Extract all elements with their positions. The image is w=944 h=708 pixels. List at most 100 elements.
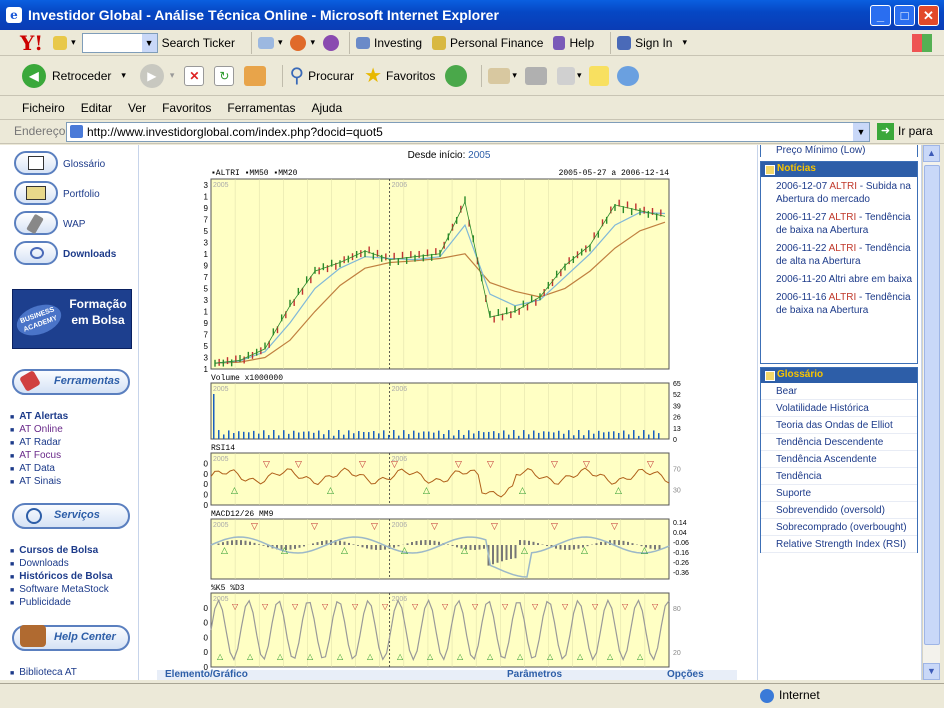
news-ticker-link[interactable]: ALTRI: [829, 243, 857, 254]
go-button[interactable]: Ir para: [898, 124, 933, 138]
forward-arrow-icon[interactable]: ▶: [139, 63, 164, 88]
close-button[interactable]: ✕: [918, 5, 939, 26]
messenger-people-icon[interactable]: [617, 65, 640, 86]
stoch-signal-marker: ▽: [262, 602, 269, 611]
go-arrow-icon[interactable]: ➜: [877, 123, 894, 140]
preco-minimo-link[interactable]: Preço Mínimo (Low): [760, 145, 918, 157]
glossary-link[interactable]: Tendência: [761, 468, 917, 485]
menu-ver[interactable]: Ver: [128, 101, 146, 115]
news-item[interactable]: 2006-11-16 ALTRI - Tendência de baixa na…: [761, 288, 917, 319]
macd-histogram-bar: [577, 545, 580, 549]
search-icon[interactable]: ⚲: [289, 63, 304, 88]
yahoo-logo[interactable]: Y!: [20, 31, 43, 55]
scroll-thumb[interactable]: [924, 165, 940, 645]
servicos-header[interactable]: Serviços: [12, 503, 130, 529]
business-academy-banner[interactable]: BUSINESS ACADEMY Formação em Bolsa: [12, 289, 132, 349]
personal-finance-menu[interactable]: Personal Finance: [450, 36, 543, 50]
help-menu[interactable]: Help: [569, 36, 594, 50]
downloads-icon[interactable]: [14, 241, 58, 265]
menu-editar[interactable]: Editar: [81, 101, 112, 115]
since-year-link[interactable]: 2005: [468, 150, 490, 161]
favorites-button[interactable]: Favoritos: [386, 69, 435, 83]
tool-at-data[interactable]: AT Data: [10, 463, 55, 474]
investing-menu[interactable]: Investing: [374, 36, 422, 50]
sign-in-button[interactable]: Sign In: [635, 36, 672, 50]
service-cursos[interactable]: Cursos de Bolsa: [10, 545, 98, 556]
tool-at-sinais[interactable]: AT Sinais: [10, 476, 61, 487]
address-dropdown[interactable]: ▼: [853, 123, 869, 141]
home-icon[interactable]: [244, 65, 267, 86]
portfolio-icon[interactable]: [14, 181, 58, 205]
history-icon[interactable]: [445, 64, 468, 87]
help-center-header[interactable]: Help Center: [12, 625, 130, 651]
ticker-input[interactable]: ▼: [81, 32, 158, 53]
stop-icon[interactable]: ✕: [184, 65, 205, 86]
macd-histogram-bar: [253, 542, 256, 545]
refresh-icon[interactable]: ↻: [214, 65, 235, 86]
rsi-right-tick: 30: [673, 487, 681, 494]
ferramentas-header[interactable]: Ferramentas: [12, 369, 130, 395]
scroll-up-button[interactable]: ▲: [923, 145, 940, 162]
glossary-link[interactable]: Volatilidade Histórica: [761, 400, 917, 417]
volume-bar: [408, 434, 410, 439]
volume-bar: [343, 434, 345, 439]
back-arrow-icon[interactable]: ◀: [22, 63, 46, 88]
glossary-link[interactable]: Teoria das Ondas de Elliot: [761, 417, 917, 434]
tool-at-focus[interactable]: AT Focus: [10, 450, 61, 461]
glossary-link[interactable]: Sobrecomprado (overbought): [761, 519, 917, 536]
tool-at-online[interactable]: AT Online: [10, 424, 63, 435]
tool-at-radar[interactable]: AT Radar: [10, 437, 61, 448]
volume-bar: [248, 432, 250, 439]
menu-ficheiro[interactable]: Ficheiro: [22, 101, 65, 115]
mail-icon[interactable]: [488, 67, 511, 84]
tool-at-alertas[interactable]: AT Alertas: [10, 411, 68, 422]
news-item[interactable]: 2006-11-22 ALTRI - Tendência de alta na …: [761, 239, 917, 270]
biblioteca-at[interactable]: Biblioteca AT: [10, 667, 77, 678]
wap-phone-icon[interactable]: [14, 211, 58, 235]
news-item[interactable]: 2006-12-07 ALTRI - Subida na Abertura do…: [761, 177, 917, 208]
service-downloads[interactable]: Downloads: [10, 558, 68, 569]
volume-bar: [633, 430, 635, 439]
glossary-link[interactable]: Tendência Ascendente: [761, 451, 917, 468]
menu-ajuda[interactable]: Ajuda: [311, 101, 342, 115]
edit-icon[interactable]: [556, 66, 575, 85]
scroll-down-button[interactable]: ▼: [923, 663, 940, 680]
service-historicos[interactable]: Históricos de Bolsa: [10, 571, 112, 582]
layout-icon[interactable]: [257, 36, 274, 49]
menu-ferramentas[interactable]: Ferramentas: [227, 101, 295, 115]
address-input[interactable]: http://www.investidorglobal.com/index.ph…: [66, 122, 870, 142]
news-item[interactable]: 2006-11-20 Altri abre em baixa: [761, 270, 917, 288]
glossary-book-icon[interactable]: [14, 151, 58, 175]
maximize-button[interactable]: □: [894, 5, 915, 26]
menu-favoritos[interactable]: Favoritos: [162, 101, 211, 115]
news-ticker-link[interactable]: ALTRI: [829, 292, 857, 303]
service-metastock[interactable]: Software MetaStock: [10, 584, 108, 595]
glossary-link[interactable]: Sobrevendido (oversold): [761, 502, 917, 519]
rsi-signal-marker: ▽: [359, 460, 366, 470]
target-icon[interactable]: [290, 34, 307, 51]
notes-icon[interactable]: [589, 65, 610, 86]
nav-portfolio[interactable]: Portfolio: [63, 189, 100, 200]
page-scrollbar[interactable]: ▲ ▼: [922, 145, 940, 680]
glossary-link[interactable]: Tendência Descendente: [761, 434, 917, 451]
glossary-link[interactable]: Suporte: [761, 485, 917, 502]
nav-glossario[interactable]: Glossário: [63, 159, 105, 170]
messenger-icon[interactable]: [323, 34, 340, 51]
news-ticker-link[interactable]: ALTRI: [829, 181, 857, 192]
back-button[interactable]: Retroceder: [52, 69, 111, 83]
pencil-icon[interactable]: [53, 35, 68, 50]
nav-wap[interactable]: WAP: [63, 219, 85, 230]
service-publicidade[interactable]: Publicidade: [10, 597, 71, 608]
price-tick-label: 2.1: [203, 307, 209, 316]
macd-signal-marker: △: [401, 546, 408, 556]
search-button[interactable]: Procurar: [308, 69, 354, 83]
print-icon[interactable]: [524, 66, 547, 85]
minimize-button[interactable]: _: [870, 5, 891, 26]
glossary-link[interactable]: Bear: [761, 383, 917, 400]
search-ticker-button[interactable]: Search Ticker: [162, 36, 235, 50]
glossary-link[interactable]: Relative Strength Index (RSI): [761, 536, 917, 553]
news-ticker-link[interactable]: ALTRI: [829, 212, 857, 223]
nav-downloads[interactable]: Downloads: [63, 249, 116, 260]
news-item[interactable]: 2006-11-27 ALTRI - Tendência de baixa na…: [761, 208, 917, 239]
favorites-star-icon[interactable]: ★: [364, 63, 382, 88]
